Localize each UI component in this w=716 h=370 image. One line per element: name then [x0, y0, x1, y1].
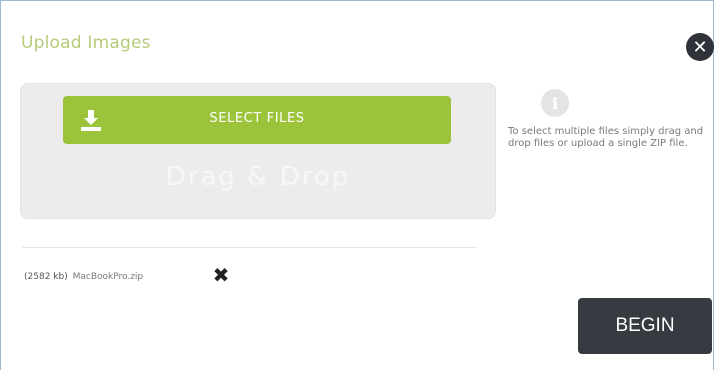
file-size: (2582 kb): [24, 272, 68, 282]
close-button[interactable]: ✕: [686, 33, 714, 61]
info-icon: i: [541, 89, 569, 117]
close-icon: ✕: [692, 36, 708, 58]
drag-drop-text: Drag & Drop: [165, 162, 351, 192]
select-files-label: SELECT FILES: [209, 111, 305, 126]
file-item: (2582 kb) MacBookPro.zip: [24, 272, 143, 282]
remove-file-icon[interactable]: ✖: [210, 263, 232, 287]
dialog-title: Upload Images: [21, 33, 151, 53]
select-files-button[interactable]: SELECT FILES: [63, 96, 451, 144]
file-name: MacBookPro.zip: [72, 272, 144, 282]
begin-button[interactable]: BEGIN: [578, 298, 712, 354]
help-text: To select multiple files simply drag and…: [508, 126, 704, 149]
divider: [22, 247, 477, 248]
drop-zone[interactable]: SELECT FILES Drag & Drop: [20, 83, 496, 219]
